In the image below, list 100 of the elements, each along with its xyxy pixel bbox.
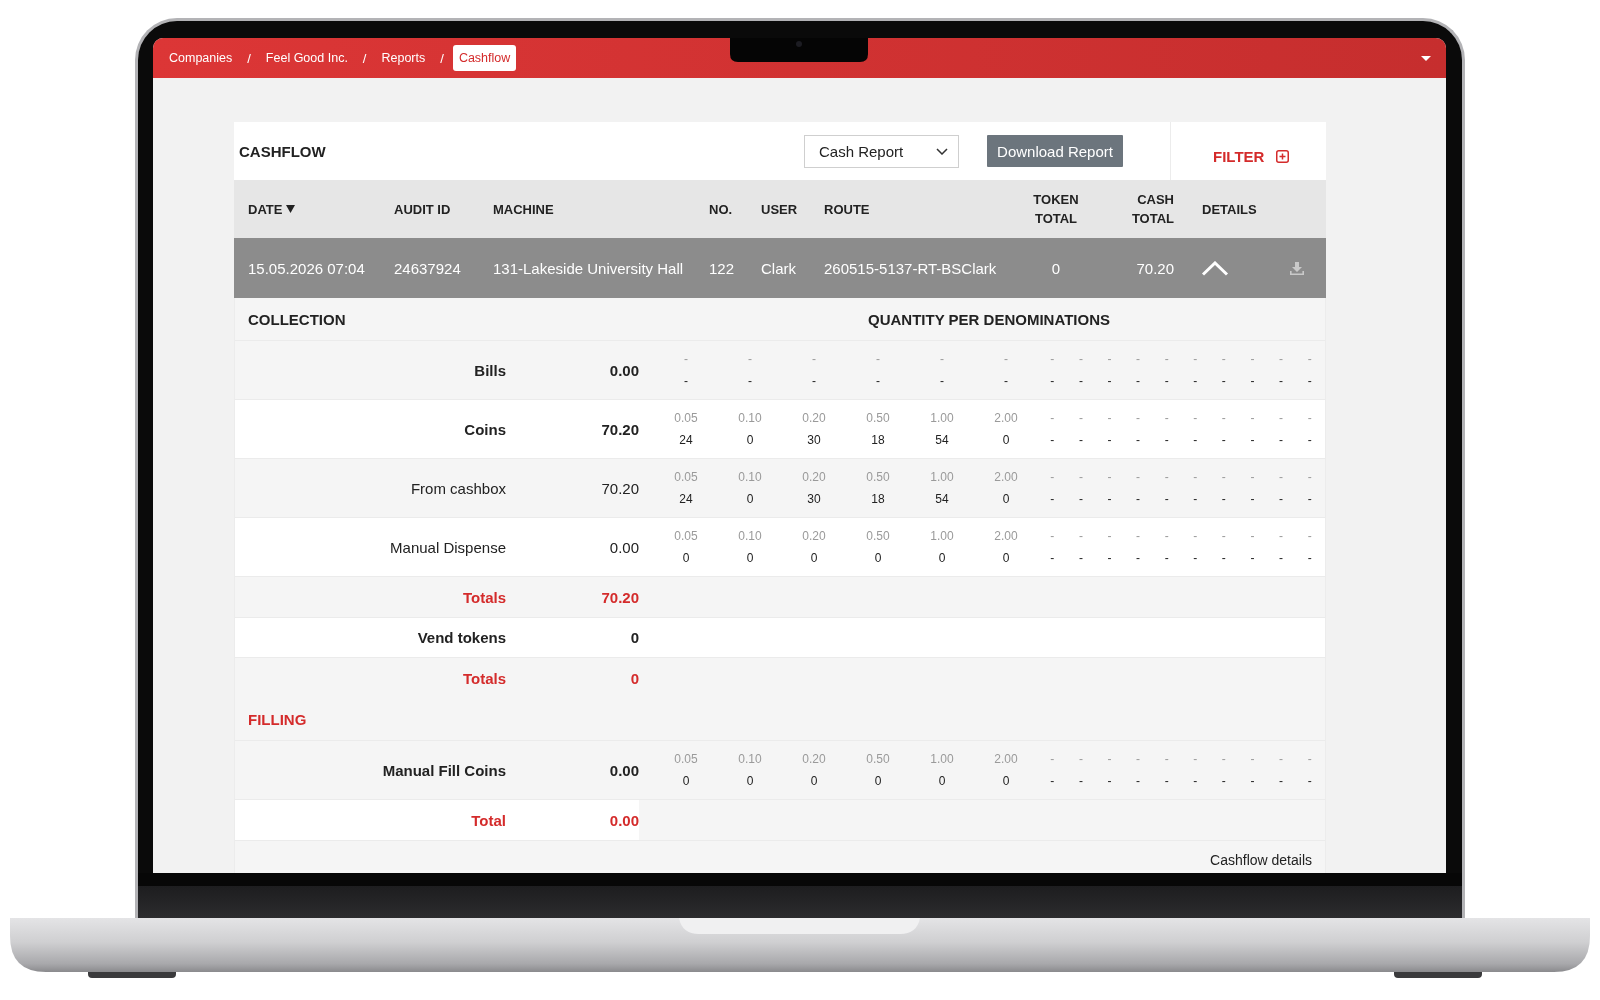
quantity-value: - [1307,773,1312,790]
denomination-label: - [1250,351,1255,368]
quantity-value: - [1193,373,1198,390]
denomination-label: - [1193,528,1198,545]
quantity-value: 0 [810,550,818,567]
quantity-value: - [1250,491,1255,508]
table-cell: Clark [761,259,796,277]
denomination-label: - [1193,751,1198,768]
cashflow-details-link[interactable]: Cashflow details [1210,851,1312,873]
denomination-label: - [1221,751,1226,768]
denomination-label: - [1307,351,1312,368]
caret-icon[interactable] [1421,55,1431,61]
quantity-value: 0 [810,773,818,790]
section-title: FILLING [248,710,307,728]
quantity-value: - [1164,550,1169,567]
chevron-up-icon[interactable] [1201,260,1229,276]
denomination-label: - [1307,528,1312,545]
quantity-value: - [1250,373,1255,390]
quantity-value: 30 [807,432,821,449]
row-label: Manual Fill Coins [382,761,506,779]
denomination-label: - [1164,351,1169,368]
row-label: Manual Dispense [390,538,506,556]
table-cell: 131-Lakeside University Hall [493,259,684,277]
denomination-label: 0.05 [674,751,698,768]
quantity-value: - [1279,373,1284,390]
denomination-label: - [812,351,816,368]
breadcrumb-link[interactable]: Companies [163,45,239,71]
denomination-label: 1.00 [930,528,954,545]
denomination-label: - [1078,751,1083,768]
denomination-label: - [1193,351,1198,368]
denomination-label: - [1004,351,1008,368]
quantity-value: - [1221,491,1226,508]
quantity-value: 18 [871,432,885,449]
denomination-label: 0.20 [802,410,826,427]
denomination-label: - [1107,751,1112,768]
denomination-label: - [684,351,688,368]
denomination-label: 0.50 [866,410,890,427]
download-report-button[interactable]: Download Report [987,135,1123,167]
quantity-value: - [1136,432,1141,449]
table-row[interactable]: 15.05.2026 07:04 24637924 131-Lakeside University Hall 122 Clark 260515-5137-RT-BSClark 0 70.20 [234,238,1326,298]
table-cell: 70.20 [1136,259,1174,277]
denomination-label: - [1164,751,1169,768]
denomination-label: 0.20 [802,528,826,545]
denomination-label: - [1078,351,1083,368]
report-select[interactable]: Cash Report [804,134,959,168]
quantity-value: - [1050,432,1055,449]
row-label: Totals [462,588,506,606]
quantity-value: - [812,373,816,390]
quantity-value: - [876,373,880,390]
quantity-value: 18 [871,491,885,508]
sort-down-icon[interactable] [286,205,296,213]
row-label: Coins [464,420,506,438]
denomination-label: - [1050,469,1055,486]
column-header: MACHINE [493,200,554,219]
row-amount: 70.20 [601,420,639,438]
quantity-value: 0 [874,773,882,790]
quantity-value: 24 [679,491,693,508]
row-amount: 0.00 [609,761,639,779]
denomination-label: 0.20 [802,469,826,486]
denomination-label: - [1164,410,1169,427]
column-header: CASH TOTAL [1130,191,1174,228]
table-cell: 0 [1051,259,1061,277]
denomination-label: - [1250,528,1255,545]
breadcrumb-separator: / [247,50,251,66]
quantity-value: - [1050,773,1055,790]
denomination-label: - [1279,410,1284,427]
row-amount: 0 [630,629,639,646]
breadcrumb-link[interactable]: Feel Good Inc. [259,45,354,71]
quantity-value: - [1279,432,1284,449]
quantity-value: 0 [874,550,882,567]
denomination-label: - [1221,469,1226,486]
quantity-value: 0 [1002,432,1010,449]
quantity-value: - [1250,550,1255,567]
denomination-label: - [1221,410,1226,427]
denomination-label: - [1193,410,1198,427]
quantity-value: - [1193,773,1198,790]
quantity-value: 0 [746,550,754,567]
denomination-label: - [1136,351,1141,368]
quantity-value: - [1078,491,1083,508]
denomination-label: 0.50 [866,751,890,768]
denomination-label: - [876,351,880,368]
column-header: ROUTE [824,200,870,219]
table-cell: 24637924 [394,259,461,277]
filter-button[interactable]: FILTER [1213,147,1290,165]
breadcrumb-link[interactable]: Cashflow [452,45,517,71]
quantity-value: - [1279,550,1284,567]
denomination-label: 2.00 [994,469,1018,486]
breadcrumb-link[interactable]: Reports [375,45,432,71]
table-cell: 260515-5137-RT-BSClark [824,259,997,277]
row-label: Vend tokens [417,629,506,646]
denomination-label: - [1279,528,1284,545]
denomination-label: - [1221,528,1226,545]
denomination-label: - [1136,751,1141,768]
quantity-value: 0 [938,550,946,567]
quantity-value: - [684,373,688,390]
denomination-label: - [1250,410,1255,427]
quantity-value: - [1078,373,1083,390]
denomination-label: - [1050,351,1055,368]
quantity-value: - [1107,773,1112,790]
denomination-label: - [1136,410,1141,427]
